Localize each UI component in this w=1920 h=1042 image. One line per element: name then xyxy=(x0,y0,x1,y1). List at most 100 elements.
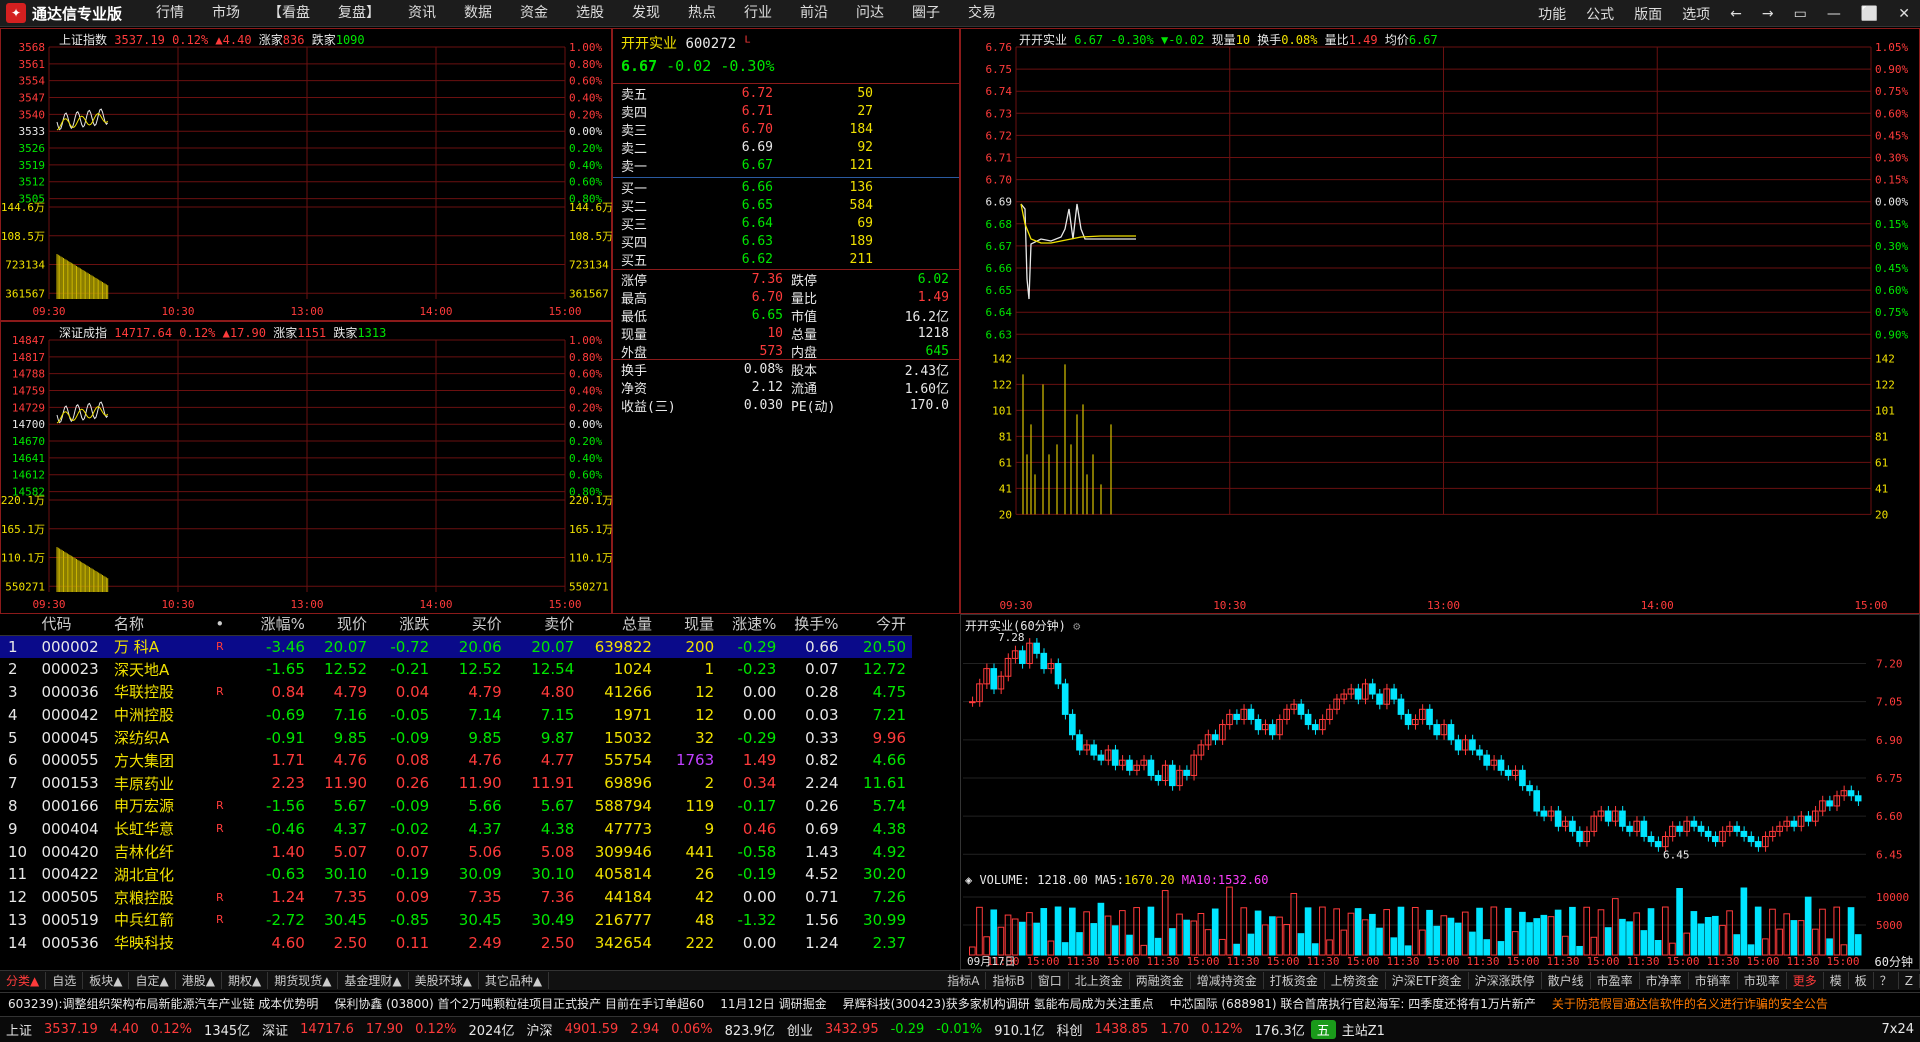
order-book-row[interactable]: 卖四 6.71 27 xyxy=(613,102,959,121)
sh-index-chart[interactable]: 3568 1.00% 3561 0.80% 3554 0.60% 3547 0.40% 3540… xyxy=(1,29,613,322)
column-header[interactable]: 涨幅% xyxy=(238,613,311,636)
table-row[interactable]: 3 000036 华联控股 R 0.84 4.79 0.04 4.79 4.80 41266 12 0… xyxy=(0,681,912,704)
menu-item[interactable]: 【看盘 xyxy=(254,0,324,27)
order-book-row[interactable]: 买三 6.64 69 xyxy=(613,214,959,233)
kline-chart[interactable]: 7.20 7.05 6.90 6.75 6.60 6.45 7.28 6.45 10000 500… xyxy=(961,615,1920,971)
maximize-icon[interactable]: ⬜ xyxy=(1851,6,1888,22)
category-tab[interactable]: 基金理财▲ xyxy=(338,972,409,989)
order-book-row[interactable]: 卖三 6.70 184 xyxy=(613,120,959,139)
table-row[interactable]: 14 000536 华映科技 4.60 2.50 0.11 2.49 2.50 342654 22… xyxy=(0,931,912,954)
order-book-row[interactable]: 卖一 6.67 121 xyxy=(613,156,959,175)
menu-item[interactable]: 行业 xyxy=(730,0,786,27)
menu-item[interactable]: 交易 xyxy=(954,0,1010,27)
menu-item[interactable]: 数据 xyxy=(450,0,506,27)
column-header[interactable]: 现价 xyxy=(310,613,374,636)
news-item[interactable]: 11月12日 调研掘金 xyxy=(712,995,834,1012)
tab-extra[interactable]: 模 xyxy=(1824,972,1849,989)
category-tab[interactable]: 港股▲ xyxy=(176,972,222,989)
column-header[interactable]: 买价 xyxy=(435,613,508,636)
category-tab[interactable]: 期权▲ xyxy=(222,972,269,989)
period-label[interactable]: 60分钟 xyxy=(1875,953,1913,970)
indicator-tab[interactable]: 窗口 xyxy=(1032,972,1069,989)
menu-item[interactable]: 资金 xyxy=(506,0,562,27)
news-item[interactable]: 中芯国际 (688981) 联合首席执行官赵海军: 四季度还将有1万片新产 xyxy=(1162,995,1544,1012)
tab-extra[interactable]: Z xyxy=(1899,973,1920,988)
table-row[interactable]: 1 000002 万 科A R -3.46 20.07 -0.72 20.06 20.07 639… xyxy=(0,635,912,658)
news-item[interactable]: 603239):调整组织架构布局新能源汽车产业链 成本优势明 xyxy=(0,995,326,1012)
close-icon[interactable]: ✕ xyxy=(1888,6,1920,22)
column-header[interactable]: 总量 xyxy=(580,613,658,636)
ime-indicator[interactable]: 五 xyxy=(1310,1020,1336,1039)
category-tab[interactable]: 其它品种▲ xyxy=(479,972,550,989)
table-row[interactable]: 4 000042 中洲控股 -0.69 7.16 -0.05 7.14 7.15 1971 12 0… xyxy=(0,703,912,726)
menu-item[interactable]: 问达 xyxy=(842,0,898,27)
column-header[interactable]: 涨速% xyxy=(720,613,783,636)
back-icon[interactable]: ← xyxy=(1720,6,1752,22)
table-row[interactable]: 9 000404 长虹华意 R -0.46 4.37 -0.02 4.37 4.38 47773 9… xyxy=(0,817,912,840)
column-header[interactable]: • xyxy=(207,613,239,636)
category-tab[interactable]: 美股环球▲ xyxy=(409,972,479,989)
order-book-row[interactable]: 买五 6.62 211 xyxy=(613,250,959,269)
menu-item[interactable]: 选股 xyxy=(562,0,618,27)
sz-index-chart[interactable]: 14847 1.00% 14817 0.80% 14788 0.60% 14759 0.40%… xyxy=(1,322,613,615)
table-row[interactable]: 6 000055 方大集团 1.71 4.76 0.08 4.76 4.77 55754 1763… xyxy=(0,749,912,772)
table-row[interactable]: 13 000519 中兵红箭 R -2.72 30.45 -0.85 30.45 30.49 21… xyxy=(0,909,912,932)
column-header[interactable]: 现量 xyxy=(657,613,721,636)
indicator-tab[interactable]: 散户线 xyxy=(1542,972,1591,989)
news-item[interactable]: 保利协鑫 (03800) 首个2万吨颗粒硅项目正式投产 目前在手订单超60 xyxy=(326,995,712,1012)
minimize-icon[interactable]: — xyxy=(1817,6,1851,22)
indicator-tab[interactable]: 两融资金 xyxy=(1130,972,1191,989)
tab-extra[interactable]: 板 xyxy=(1849,972,1874,989)
menu-item[interactable]: 热点 xyxy=(674,0,730,27)
column-header[interactable]: 名称 xyxy=(113,613,208,636)
menu-item[interactable]: 复盘】 xyxy=(324,0,394,27)
indicator-tab[interactable]: 上榜资金 xyxy=(1325,972,1386,989)
table-row[interactable]: 2 000023 深天地A -1.65 12.52 -0.21 12.52 12.54 1024… xyxy=(0,658,912,681)
indicator-tab[interactable]: 沪深涨跌停 xyxy=(1469,972,1542,989)
menu-item[interactable]: 前沿 xyxy=(786,0,842,27)
intraday-chart[interactable]: 6.76 1.05% 6.75 0.90% 6.74 0.75% 6.73 0.60% 6.72… xyxy=(961,29,1920,615)
tab-extra[interactable]: ？ xyxy=(1874,972,1899,989)
order-book-row[interactable]: 买一 6.66 136 xyxy=(613,178,959,197)
table-row[interactable]: 10 000420 吉林化纤 1.40 5.07 0.07 5.06 5.08 309946 44… xyxy=(0,840,912,863)
menu-item[interactable]: 发现 xyxy=(618,0,674,27)
indicator-tab[interactable]: 指标B xyxy=(986,972,1032,989)
column-header[interactable] xyxy=(0,613,42,636)
indicator-tab[interactable]: 沪深ETF资金 xyxy=(1386,972,1469,989)
window-icon[interactable]: ▭ xyxy=(1784,6,1817,22)
column-header[interactable]: 今开 xyxy=(844,613,912,636)
menu-right-item[interactable]: 版面 xyxy=(1624,4,1672,24)
menu-item[interactable]: 圈子 xyxy=(898,0,954,27)
menu-item[interactable]: 行情 xyxy=(142,0,198,27)
table-row[interactable]: 7 000153 丰原药业 2.23 11.90 0.26 11.90 11.91 69896 2… xyxy=(0,772,912,795)
news-item[interactable]: 昇辉科技(300423)获多家机构调研 氢能布局成为关注重点 xyxy=(835,995,1162,1012)
indicator-tab[interactable]: 市盈率 xyxy=(1591,972,1640,989)
forward-icon[interactable]: → xyxy=(1752,6,1784,22)
table-row[interactable]: 8 000166 申万宏源 R -1.56 5.67 -0.09 5.66 5.67 588794… xyxy=(0,795,912,818)
order-book-row[interactable]: 买四 6.63 189 xyxy=(613,232,959,251)
indicator-tab[interactable]: 市净率 xyxy=(1640,972,1689,989)
menu-item[interactable]: 资讯 xyxy=(394,0,450,27)
column-header[interactable]: 卖价 xyxy=(507,613,581,636)
category-tab[interactable]: 自定▲ xyxy=(129,972,176,989)
column-header[interactable]: 换手% xyxy=(782,613,845,636)
menu-right-item[interactable]: 公式 xyxy=(1576,4,1624,24)
column-header[interactable]: 代码 xyxy=(41,613,114,636)
indicator-tab[interactable]: 打板资金 xyxy=(1264,972,1325,989)
table-row[interactable]: 5 000045 深纺织A -0.91 9.85 -0.09 9.85 9.87 15032 32… xyxy=(0,726,912,749)
category-tab[interactable]: 分类▲ xyxy=(0,972,47,989)
table-row[interactable]: 12 000505 京粮控股 R 1.24 7.35 0.09 7.35 7.36 44184 42… xyxy=(0,886,912,909)
menu-right-item[interactable]: 功能 xyxy=(1528,4,1576,24)
indicator-tab[interactable]: 增减持资金 xyxy=(1191,972,1264,989)
indicator-tab[interactable]: 市销率 xyxy=(1689,972,1738,989)
order-book-row[interactable]: 买二 6.65 584 xyxy=(613,196,959,215)
order-book-row[interactable]: 卖二 6.69 92 xyxy=(613,138,959,157)
indicator-tab[interactable]: 北上资金 xyxy=(1069,972,1130,989)
table-row[interactable]: 11 000422 湖北宜化 -0.63 30.10 -0.19 30.09 30.10 405… xyxy=(0,863,912,886)
category-tab[interactable]: 期货现货▲ xyxy=(268,972,339,989)
column-header[interactable]: 涨跌 xyxy=(373,613,436,636)
indicator-tab[interactable]: 指标A xyxy=(941,972,987,989)
indicator-tab[interactable]: 更多 xyxy=(1787,972,1824,989)
menu-item[interactable]: 市场 xyxy=(198,0,254,27)
news-item[interactable]: 关于防范假冒通达信软件的名义进行诈骗的安全公告 xyxy=(1544,995,1836,1012)
